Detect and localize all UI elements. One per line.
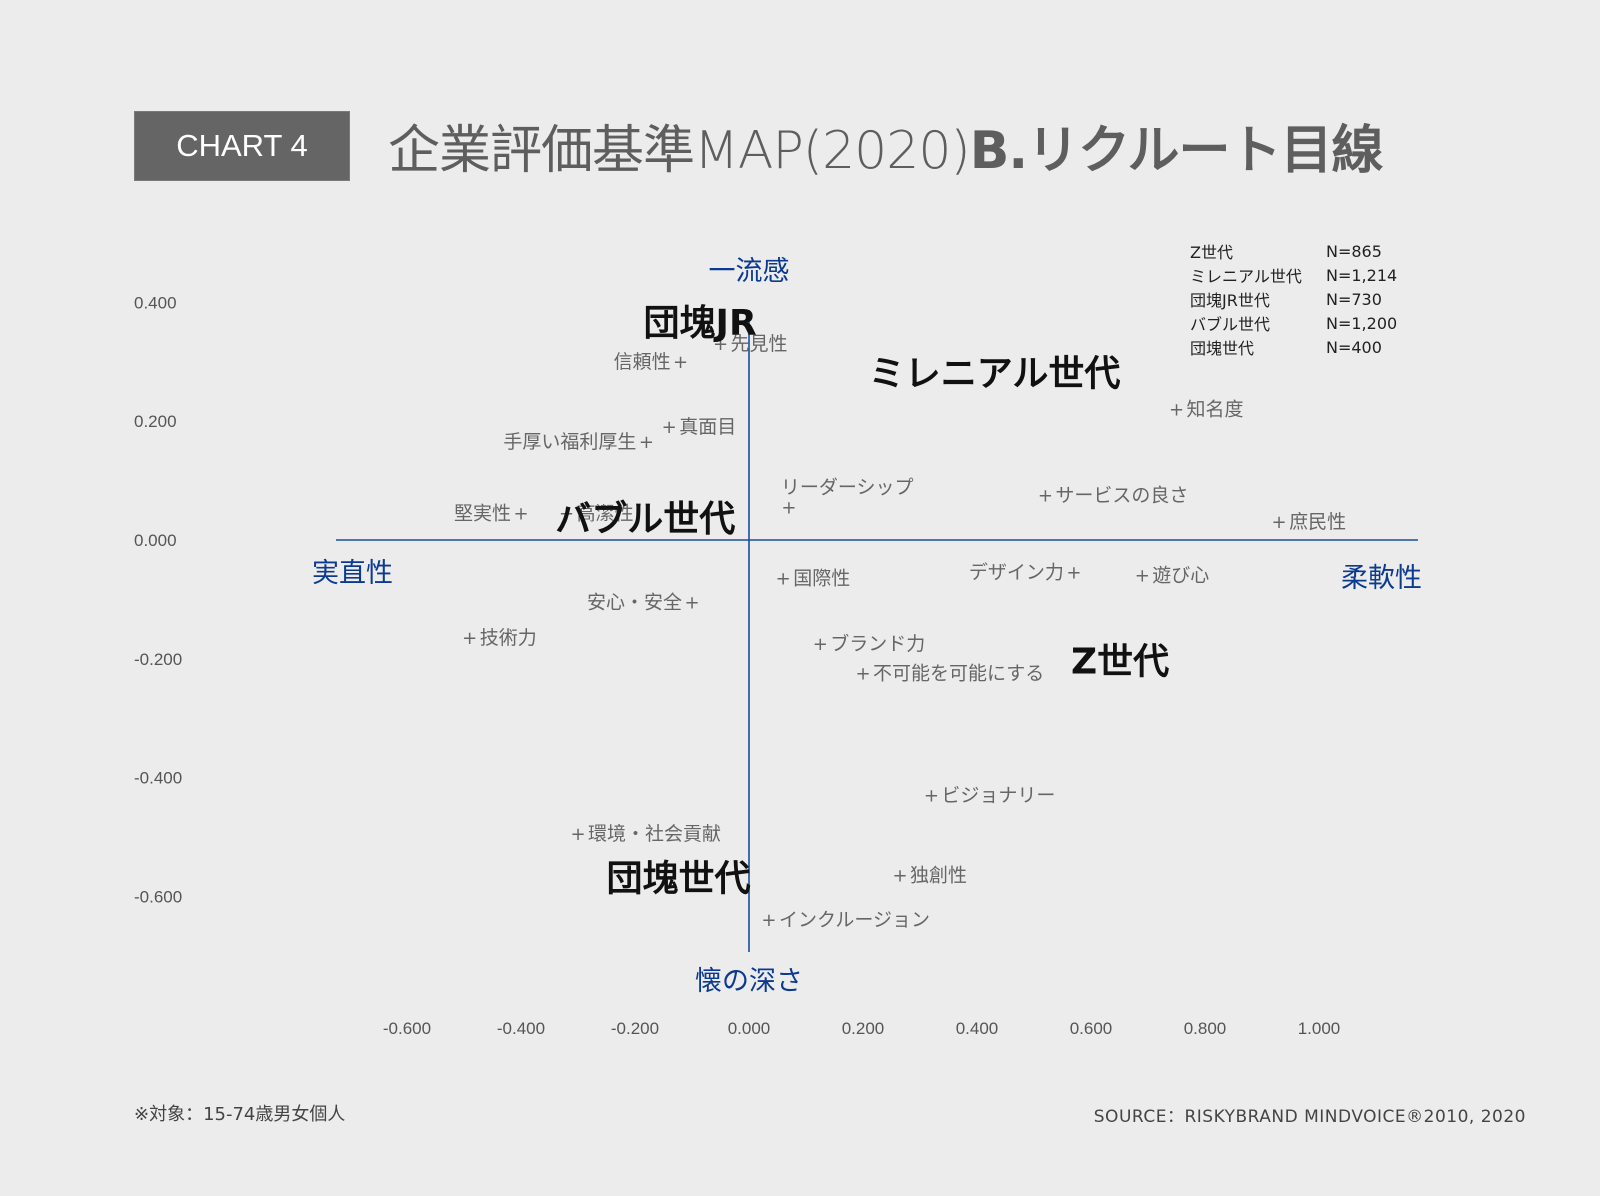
attribute-point: + 庶民性	[1272, 511, 1347, 533]
attribute-label: 遊び心	[1152, 565, 1209, 587]
plus-marker-icon: +	[781, 497, 796, 518]
axis-label-right: 柔軟性	[1341, 563, 1422, 594]
positioning-map: -0.600 -0.400 -0.200 0.000 0.200 0.400 0.600 0.…	[134, 256, 1422, 1038]
x-tick-label: -0.200	[611, 1019, 659, 1038]
attribute-label: リーダーシップ	[781, 476, 914, 498]
attribute-label: 知名度	[1187, 398, 1244, 420]
target-note: ※対象：15-74歳男女個人	[134, 1104, 346, 1125]
attribute-point: +デザイン力	[969, 562, 1082, 584]
attribute-label: 真面目	[679, 416, 736, 438]
attribute-label: ビジョナリー	[941, 784, 1055, 806]
plus-marker-icon: +	[1066, 563, 1081, 584]
plus-marker-icon: +	[662, 417, 677, 438]
axis-label-top: 一流感	[709, 256, 790, 287]
plus-marker-icon: +	[855, 664, 870, 685]
attribute-label: 手厚い福利厚生	[503, 431, 636, 453]
attribute-point: + サービスの良さ	[1038, 484, 1189, 506]
plus-marker-icon: +	[513, 503, 528, 524]
attributes-group: + 先見性+信頼性+ 真面目+手厚い福利厚生+ 知名度+リーダーシップ + サービスの良さ…	[454, 333, 1346, 931]
y-tick-label: -0.200	[134, 650, 182, 669]
plus-marker-icon: +	[813, 634, 828, 655]
attribute-point: + 環境・社会貢献	[570, 823, 721, 845]
plus-marker-icon: +	[1038, 485, 1053, 506]
plus-marker-icon: +	[924, 785, 939, 806]
attribute-label: 不可能を可能にする	[873, 663, 1044, 685]
plus-marker-icon: +	[776, 569, 791, 590]
plus-marker-icon: +	[1272, 512, 1287, 533]
generation-label: バブル世代	[555, 498, 735, 540]
axis-label-left: 実直性	[312, 558, 393, 589]
attribute-point: + 真面目	[662, 416, 737, 438]
y-tick-label: 0.000	[134, 531, 177, 550]
y-tick-label: -0.400	[134, 769, 182, 788]
plus-marker-icon: +	[570, 824, 585, 845]
x-tick-label: 0.200	[842, 1019, 885, 1038]
x-tick-label: 1.000	[1298, 1019, 1341, 1038]
attribute-point: +信頼性	[614, 351, 689, 373]
y-tick-label: 0.400	[134, 293, 177, 312]
attribute-label: 庶民性	[1289, 511, 1346, 533]
attribute-label: 信頼性	[614, 351, 671, 373]
x-tick-label: 0.600	[1070, 1019, 1113, 1038]
attribute-label: 技術力	[480, 627, 537, 649]
attribute-point: + ビジョナリー	[924, 784, 1056, 806]
attribute-point: + 不可能を可能にする	[855, 663, 1044, 685]
axis-labels-group: 一流感懐の深さ 実直性 柔軟性	[312, 256, 1422, 997]
generation-label: 団塊JR	[644, 303, 757, 344]
attribute-label: 安心・安全	[587, 591, 682, 613]
plus-marker-icon: +	[1169, 399, 1184, 420]
x-tick-label: 0.800	[1184, 1019, 1227, 1038]
attribute-point: +堅実性	[454, 502, 529, 524]
attribute-label: ブランド力	[830, 632, 925, 655]
plus-marker-icon: +	[639, 432, 654, 453]
attribute-label: 国際性	[793, 568, 850, 590]
generation-label: ミレニアル世代	[869, 354, 1121, 395]
plus-marker-icon: +	[684, 592, 699, 613]
x-tick-label: -0.400	[497, 1019, 545, 1038]
attribute-point: +安心・安全	[587, 591, 700, 613]
attribute-point: +手厚い福利厚生	[503, 431, 654, 453]
source-note: SOURCE：RISKYBRAND MINDVOICE®2010, 2020	[1093, 1107, 1526, 1127]
y-tick-label: 0.200	[134, 412, 177, 431]
attribute-point: + インクルージョン	[761, 909, 930, 931]
x-tick-label: -0.600	[383, 1019, 431, 1038]
plus-marker-icon: +	[462, 628, 477, 649]
plus-marker-icon: +	[1135, 566, 1150, 587]
attribute-point: +リーダーシップ	[781, 476, 914, 518]
attribute-point: + 独創性	[893, 865, 968, 887]
attribute-label: インクルージョン	[779, 909, 930, 931]
attribute-point: + 遊び心	[1135, 565, 1210, 587]
plus-marker-icon: +	[761, 910, 776, 931]
axis-label-bottom: 懐の深さ	[695, 966, 803, 997]
plus-marker-icon: +	[893, 866, 908, 887]
generation-label: 団塊世代	[607, 858, 751, 899]
y-tick-label: -0.600	[134, 887, 182, 906]
attribute-point: + 知名度	[1169, 398, 1244, 420]
plus-marker-icon: +	[673, 352, 688, 373]
attribute-point: + ブランド力	[813, 632, 926, 655]
attribute-label: 環境・社会貢献	[588, 823, 721, 845]
x-tick-label: 0.000	[728, 1019, 771, 1038]
attribute-point: + 技術力	[462, 627, 537, 649]
attribute-point: + 国際性	[776, 568, 851, 590]
attribute-label: デザイン力	[969, 562, 1064, 584]
attribute-label: 独創性	[910, 865, 967, 887]
x-tick-label: 0.400	[956, 1019, 999, 1038]
generation-label: Z世代	[1071, 642, 1169, 683]
attribute-label: 堅実性	[454, 502, 511, 524]
attribute-label: サービスの良さ	[1055, 484, 1188, 506]
